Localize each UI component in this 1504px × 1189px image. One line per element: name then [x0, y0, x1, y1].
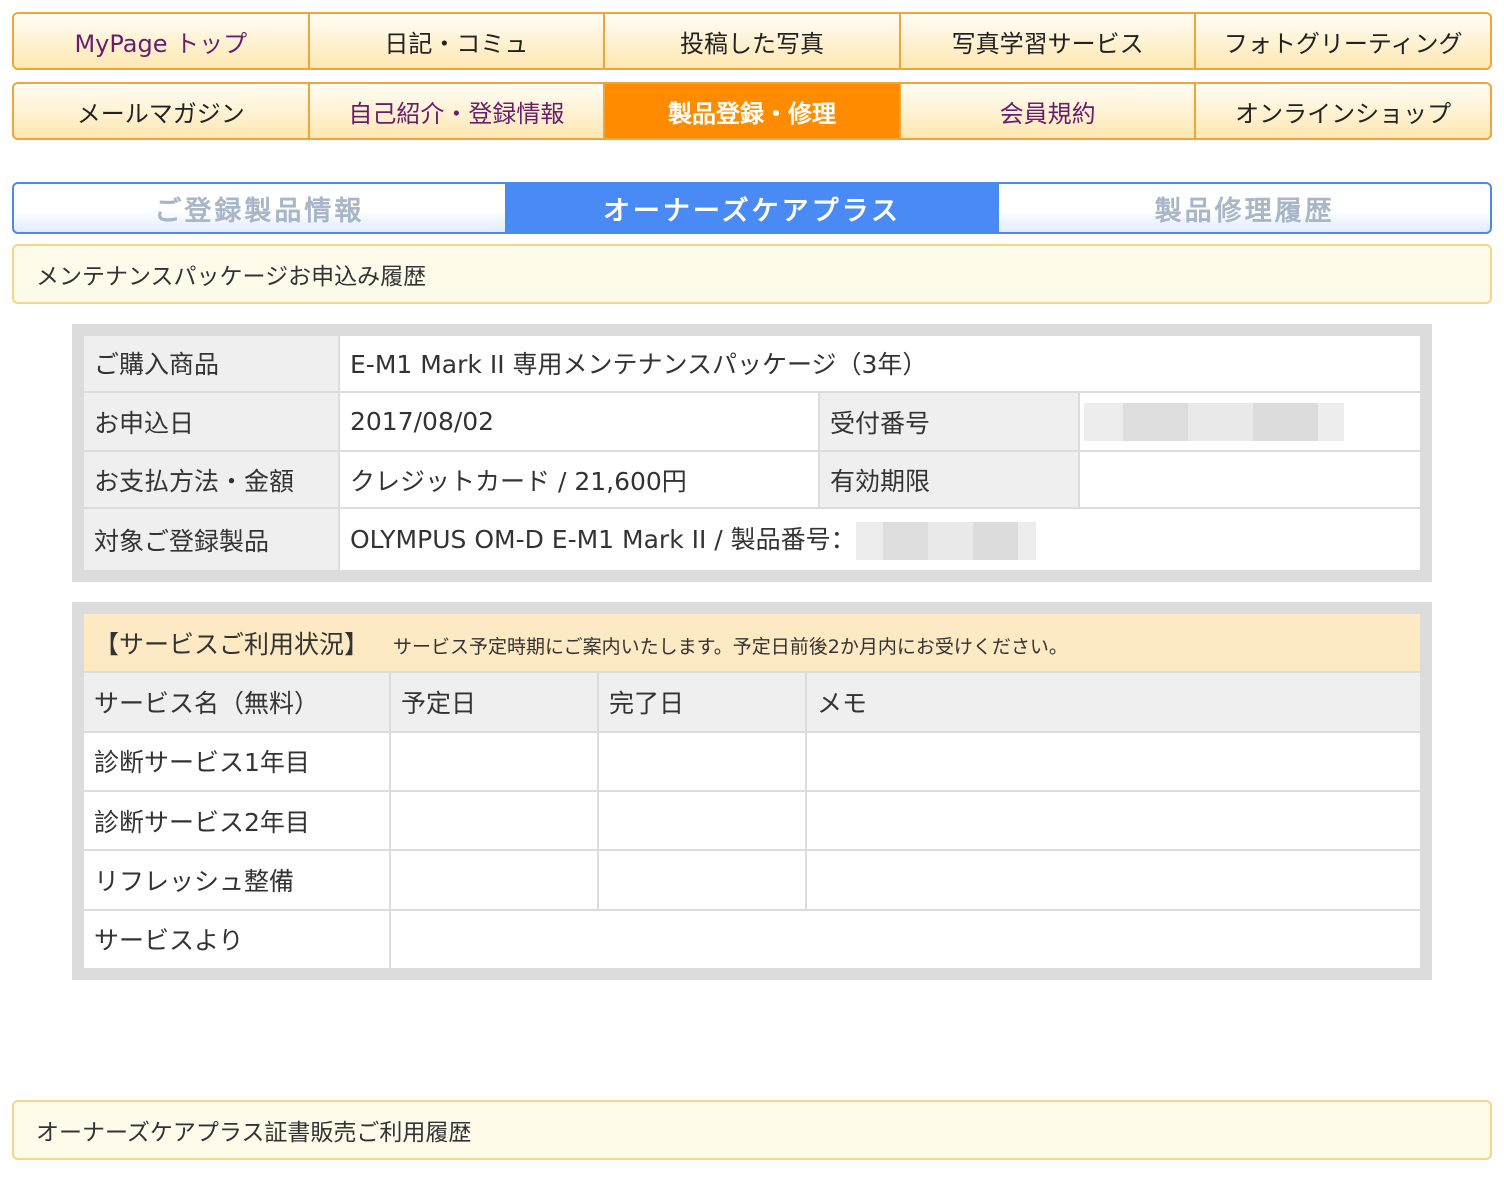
memo-cell: [805, 849, 1422, 911]
table-row: 診断サービス1年目: [82, 730, 1422, 792]
service-status-note: サービス予定時期にご案内いたします。予定日前後2か月内にお受けください。: [393, 635, 1068, 658]
service-status-table: 【サービスご利用状況】 サービス予定時期にご案内いたします。予定日前後2か月内にお…: [82, 611, 1422, 971]
column-scheduled-date: 予定日: [389, 671, 599, 733]
scheduled-date-cell: [389, 849, 599, 911]
column-service-name: サービス名（無料）: [82, 671, 391, 733]
column-completed-date: 完了日: [597, 671, 807, 733]
completed-date-cell: [597, 849, 807, 911]
scheduled-date-cell: [389, 789, 599, 852]
menu-mail-magazine[interactable]: メールマガジン: [14, 84, 310, 138]
menu-online-shop[interactable]: オンラインショップ: [1196, 84, 1490, 138]
column-memo: メモ: [805, 671, 1422, 733]
maintenance-history-header: メンテナンスパッケージお申込み履歴: [12, 244, 1492, 304]
top-menu-row-2: メールマガジン 自己紹介・登録情報 製品登録・修理 会員規約 オンラインショップ: [12, 82, 1492, 140]
table-row: 対象ご登録製品 OLYMPUS OM-D E-M1 Mark II / 製品番号…: [82, 507, 1422, 572]
from-service-message: [389, 908, 1422, 971]
date-value: 2017/08/02: [338, 390, 820, 453]
expiry-label: 有効期限: [818, 450, 1080, 510]
memo-cell: [805, 730, 1422, 792]
payment-label: お支払方法・金額: [82, 450, 340, 510]
table-row: 診断サービス2年目: [82, 789, 1422, 852]
menu-photo-greeting[interactable]: フォトグリーティング: [1196, 14, 1490, 68]
service-name-cell: リフレッシュ整備: [82, 849, 391, 911]
service-name-cell: 診断サービス2年目: [82, 789, 391, 852]
target-product-label: 対象ご登録製品: [82, 507, 340, 572]
service-status-panel: 【サービスご利用状況】 サービス予定時期にご案内いたします。予定日前後2か月内にお…: [72, 602, 1432, 980]
menu-diary-community[interactable]: 日記・コミュ: [310, 14, 606, 68]
tab-repair-history[interactable]: 製品修理履歴: [999, 184, 1490, 232]
product-label: ご購入商品: [82, 334, 340, 393]
menu-profile-registration[interactable]: 自己紹介・登録情報: [310, 84, 606, 138]
menu-mypage-top[interactable]: MyPage トップ: [14, 14, 310, 68]
target-product-cell: OLYMPUS OM-D E-M1 Mark II / 製品番号：: [338, 507, 1422, 572]
certificate-sales-history-header: オーナーズケアプラス証書販売ご利用履歴: [12, 1100, 1492, 1160]
redacted-serial-number: [855, 521, 1036, 560]
table-row: サービスより: [82, 908, 1422, 971]
service-status-title: 【サービスご利用状況】: [94, 629, 370, 659]
receipt-number-value: [1078, 390, 1422, 453]
table-row: ご購入商品 E-M1 Mark II 専用メンテナンスパッケージ（3年）: [82, 334, 1422, 393]
tab-owners-care-plus[interactable]: オーナーズケアプラス: [506, 184, 1000, 232]
redacted-receipt-number: [1084, 402, 1344, 441]
table-header-row: サービス名（無料） 予定日 完了日 メモ: [82, 671, 1422, 733]
menu-member-terms[interactable]: 会員規約: [901, 84, 1197, 138]
from-service-label: サービスより: [82, 908, 391, 971]
menu-posted-photos[interactable]: 投稿した写真: [605, 14, 901, 68]
memo-cell: [805, 789, 1422, 852]
table-row: リフレッシュ整備: [82, 849, 1422, 911]
purchase-info-panel: ご購入商品 E-M1 Mark II 専用メンテナンスパッケージ（3年） お申込…: [72, 324, 1432, 582]
table-row: お申込日 2017/08/02 受付番号: [82, 390, 1422, 453]
receipt-number-label: 受付番号: [818, 390, 1080, 453]
tab-registered-products[interactable]: ご登録製品情報: [14, 184, 507, 232]
completed-date-cell: [597, 789, 807, 852]
payment-value: クレジットカード / 21,600円: [338, 450, 820, 510]
date-label: お申込日: [82, 390, 340, 453]
top-menu-row-1: MyPage トップ 日記・コミュ 投稿した写真 写真学習サービス フォトグリー…: [12, 12, 1492, 70]
purchase-info-table: ご購入商品 E-M1 Mark II 専用メンテナンスパッケージ（3年） お申込…: [82, 334, 1422, 572]
product-value: E-M1 Mark II 専用メンテナンスパッケージ（3年）: [338, 334, 1422, 393]
scheduled-date-cell: [389, 730, 599, 792]
completed-date-cell: [597, 730, 807, 792]
sub-tab-bar: ご登録製品情報 オーナーズケアプラス 製品修理履歴: [12, 182, 1492, 234]
service-name-cell: 診断サービス1年目: [82, 730, 391, 792]
table-row: お支払方法・金額 クレジットカード / 21,600円 有効期限: [82, 450, 1422, 510]
table-row: 【サービスご利用状況】 サービス予定時期にご案内いたします。予定日前後2か月内にお…: [82, 611, 1422, 674]
menu-photo-learning[interactable]: 写真学習サービス: [901, 14, 1197, 68]
menu-product-registration-repair[interactable]: 製品登録・修理: [605, 84, 901, 138]
target-product-value: OLYMPUS OM-D E-M1 Mark II / 製品番号：: [350, 524, 856, 554]
service-status-header: 【サービスご利用状況】 サービス予定時期にご案内いたします。予定日前後2か月内にお…: [82, 611, 1422, 674]
expiry-value: [1078, 450, 1422, 510]
